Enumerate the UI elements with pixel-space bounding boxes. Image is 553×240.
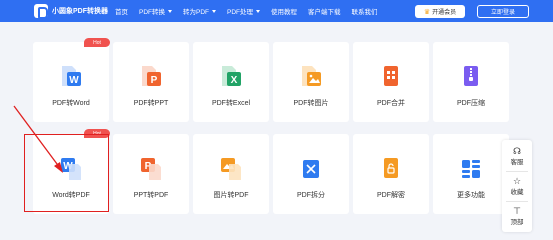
star-icon: ☆ (512, 176, 522, 186)
arrow-up-icon: ⊤ (513, 206, 521, 216)
headset-icon: ☊ (513, 146, 521, 156)
favorite-button[interactable]: ☆ 收藏 (502, 172, 532, 200)
customer-service-button[interactable]: ☊ 客服 (502, 142, 532, 170)
annotation-arrow (13, 105, 63, 173)
back-to-top-button[interactable]: ⊤ 顶部 (502, 202, 532, 230)
floating-sidebar: ☊ 客服 ☆ 收藏 ⊤ 顶部 (502, 140, 532, 232)
sidebar-label: 顶部 (510, 219, 524, 226)
sidebar-label: 客服 (510, 159, 524, 166)
sidebar-label: 收藏 (510, 189, 524, 196)
